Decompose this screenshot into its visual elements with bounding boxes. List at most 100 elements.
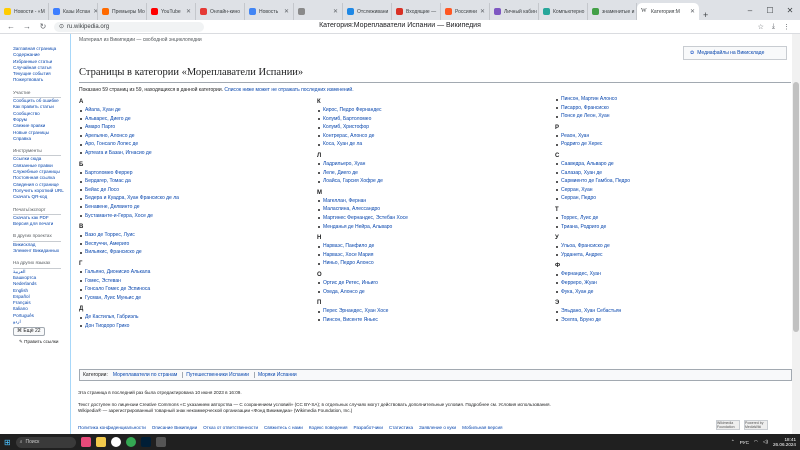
article-link[interactable]: Вильякис, Франсиско де (79, 248, 179, 257)
edit-links[interactable]: ✎ Править ссылки (13, 339, 70, 345)
category-link[interactable]: Моряки Испании (253, 372, 300, 378)
article-link[interactable]: Арельяно, Алонсо де (79, 132, 179, 141)
chrome-icon[interactable] (125, 437, 136, 447)
article-link[interactable]: Понсе де Леон, Хуан (555, 112, 630, 121)
active-tab[interactable]: W Категория:М ✕ (637, 3, 699, 20)
article-link[interactable]: Салазар, Хуан де (555, 169, 630, 178)
sidebar-link[interactable]: Версия для печати (13, 221, 70, 227)
article-link[interactable]: Ульоа, Франсиско де (555, 242, 630, 251)
tab-close-icon[interactable]: ✕ (186, 8, 191, 15)
tray-chevron-icon[interactable]: ⌃ (731, 439, 735, 445)
browser-tab[interactable]: YouTube ✕ (147, 3, 196, 20)
article-link[interactable]: Колумб, Бартоломео (317, 115, 408, 124)
article-link[interactable]: Бедера и Куадра, Хуан Франсиско де ла (79, 194, 179, 203)
lang-indicator[interactable]: РУС (740, 440, 749, 445)
article-link[interactable]: Писарро, Франсиско (555, 104, 630, 113)
count-link[interactable]: Список ниже может не отражать последних … (224, 87, 353, 93)
article-link[interactable]: Ниньо, Педро Алонсо (317, 259, 408, 268)
clock[interactable]: 18:41 26.06.2024 (773, 437, 796, 447)
article-link[interactable]: Бустаманте-и-Герра, Хосе де (79, 212, 179, 221)
article-link[interactable]: Охеда, Алонсо де (317, 288, 408, 297)
footer-link[interactable]: Мобильная версия (462, 425, 502, 432)
article-link[interactable]: Дон Тиодоро Грико (79, 322, 179, 331)
tab-close-icon[interactable]: ✕ (480, 8, 485, 15)
article-link[interactable]: Торрес, Луис де (555, 214, 630, 223)
scrollbar-thumb[interactable] (793, 82, 799, 332)
article-link[interactable]: Леле, Диего де (317, 169, 408, 178)
article-link[interactable]: Бенавене, Делвинто де (79, 203, 179, 212)
category-link[interactable]: Путешественники Испании (182, 372, 252, 378)
article-link[interactable]: Альварес, Диего де (79, 115, 179, 124)
article-link[interactable]: Артеага и Базан, Игнасио де (79, 149, 179, 158)
sidebar-link[interactable]: Элемент Викиданных (13, 248, 70, 254)
browser-tab[interactable]: ✕ (294, 3, 343, 20)
browser-tab[interactable]: Казы Испан ✕ (49, 3, 98, 20)
browser-tab[interactable]: Новости - «М✕ (0, 3, 49, 20)
article-link[interactable]: Ортис де Ретес, Иньиго (317, 279, 408, 288)
article-link[interactable]: Пинсон, Мартин Алонсо (555, 95, 630, 104)
mediawiki-logo[interactable]: Powered by MediaWiki (744, 420, 768, 430)
new-tab-icon[interactable]: + (699, 10, 712, 20)
browser-tab[interactable]: Входящие —✕ (392, 3, 441, 20)
browser-tab[interactable]: Премьеры Мо✕ (98, 3, 147, 20)
windows-start-icon[interactable]: ⊞ (4, 438, 11, 447)
article-link[interactable]: Урданета, Андрес (555, 251, 630, 260)
yandex-browser-icon[interactable] (110, 437, 121, 447)
article-link[interactable]: Колумб, Христофор (317, 123, 408, 132)
article-link[interactable]: Серран, Педро (555, 194, 630, 203)
tab-close-icon[interactable]: ✕ (333, 8, 338, 15)
article-link[interactable]: Гальяно, Дионисио Алькала (79, 268, 179, 277)
scrollbar[interactable] (792, 34, 800, 434)
article-link[interactable]: Сааведра, Альваро де (555, 160, 630, 169)
article-link[interactable]: Гусман, Луис Муньис де (79, 294, 179, 303)
article-link[interactable]: Ферреро, Жуан (555, 279, 630, 288)
article-link[interactable]: Родриго де Херес (555, 140, 630, 149)
footer-link[interactable]: Кодекс поведения (309, 425, 348, 432)
article-link[interactable]: Мартинес Фернандес, Эстебан Хосе (317, 214, 408, 223)
footer-link[interactable]: Заявление о куки (419, 425, 456, 432)
footer-link[interactable]: Свяжитесь с нами (264, 425, 303, 432)
article-link[interactable]: Нарваэс, Панфило де (317, 242, 408, 251)
photoshop-icon[interactable] (140, 437, 151, 447)
article-link[interactable]: Серран, Хуан (555, 186, 630, 195)
article-link[interactable]: Нарваэс, Хосе Мария (317, 251, 408, 260)
article-link[interactable]: Пинсон, Висенте Яньес (317, 316, 408, 325)
article-link[interactable]: Маласпина, Алессандро (317, 205, 408, 214)
sidebar-link[interactable]: Скачать QR-код (13, 194, 70, 200)
article-link[interactable]: Эльдано, Хуан Себастьян (555, 307, 630, 316)
article-link[interactable]: Менданья де Нейра, Альваро (317, 223, 408, 232)
commons-link[interactable]: ✿ Медиафайлы на Викискладе (683, 46, 787, 60)
tab-close-icon[interactable]: ✕ (284, 8, 289, 15)
article-link[interactable]: Гонсало Гомес де Эспиноса (79, 285, 179, 294)
article-link[interactable]: Кирос, Педро Фернандес (317, 106, 408, 115)
app-icon[interactable] (155, 437, 166, 447)
browser-tab[interactable]: Компьютерно✕ (539, 3, 588, 20)
volume-icon[interactable]: ◁) (763, 439, 768, 445)
browser-tab[interactable]: Отслеживани✕ (343, 3, 392, 20)
article-link[interactable]: Де Кастилья, Габриэль (79, 313, 179, 322)
explorer-icon[interactable] (95, 437, 106, 447)
article-link[interactable]: Реаон, Хуан (555, 132, 630, 141)
article-link[interactable]: Коса, Хуан де ла (317, 140, 408, 149)
article-link[interactable]: Веспуччи, Америго (79, 240, 179, 249)
browser-tab[interactable]: знаменитые и✕ (588, 3, 637, 20)
article-link[interactable]: Триана, Родриго де (555, 223, 630, 232)
tab-close-icon[interactable]: ✕ (690, 8, 695, 15)
minimize-icon[interactable]: – (740, 6, 760, 15)
tulip-app-icon[interactable] (80, 437, 91, 447)
sidebar-link[interactable]: اردو (13, 319, 70, 325)
wikimedia-logo[interactable]: Wikimedia Foundation (716, 420, 740, 430)
article-link[interactable]: Эселга, Бруно де (555, 316, 630, 325)
article-link[interactable]: Фернандес, Хуан (555, 270, 630, 279)
article-link[interactable]: Лоайса, Гарсия Хофре де (317, 177, 408, 186)
article-link[interactable]: Магеллан, Фернан (317, 197, 408, 206)
article-link[interactable]: Бердагер, Томас да (79, 177, 179, 186)
article-link[interactable]: Гомес, Эстеван (79, 277, 179, 286)
article-link[interactable]: Бейас де Лосо (79, 186, 179, 195)
article-link[interactable]: Аро, Гонсало Лопес де (79, 140, 179, 149)
footer-link[interactable]: Отказ от ответственности (203, 425, 258, 432)
article-link[interactable]: Сармиенто де Гамбоа, Педро (555, 177, 630, 186)
article-link[interactable]: Ладрильеро, Хуан (317, 160, 408, 169)
article-link[interactable]: Перес Эрнандес, Хуан Хосе (317, 307, 408, 316)
article-link[interactable]: Амаро Парго (79, 123, 179, 132)
